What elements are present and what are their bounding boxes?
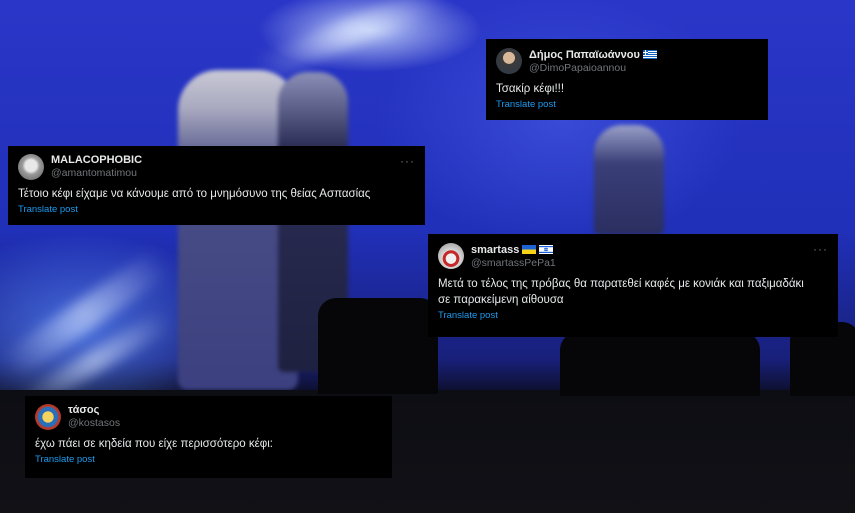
stage-speaker: [318, 298, 438, 394]
user-avatar[interactable]: [18, 154, 44, 180]
user-avatar[interactable]: [438, 243, 464, 269]
tweet-text-line: σε παρακείμενη αίθουσα: [438, 294, 564, 306]
israel-flag-icon: [539, 245, 554, 254]
user-avatar[interactable]: [496, 48, 522, 74]
greece-flag-icon: [642, 50, 657, 59]
display-name[interactable]: MALACOPHOBIC: [51, 154, 142, 167]
tweet-card[interactable]: τάσος @kostasos έχω πάει σε κηδεία που ε…: [25, 396, 392, 478]
translate-post-link[interactable]: Translate post: [35, 454, 382, 465]
translate-post-link[interactable]: Translate post: [18, 204, 415, 215]
tweet-card[interactable]: smartass @smartassPePa1 ··· Μετά το τέλο…: [428, 234, 838, 337]
tweet-text: Τσακίρ κέφι!!!: [496, 83, 565, 95]
tweet-text: Τέτοιο κέφι είχαμε να κάνουμε από το μνη…: [18, 188, 371, 200]
translate-post-link[interactable]: Translate post: [496, 99, 758, 110]
spotlight-beam: [252, 0, 448, 83]
translate-post-link[interactable]: Translate post: [438, 310, 828, 321]
tweet-text: έχω πάει σε κηδεία που είχε περισσότερο …: [35, 438, 273, 450]
display-name[interactable]: τάσος: [68, 404, 120, 417]
display-name[interactable]: smartass: [471, 244, 519, 256]
more-options-icon[interactable]: ···: [400, 154, 415, 168]
more-options-icon[interactable]: ···: [813, 242, 828, 256]
tweet-card[interactable]: MALACOPHOBIC @amantomatimou ··· Τέτοιο κ…: [8, 146, 425, 225]
tweet-card[interactable]: Δήμος Παπαϊωάννου @DimoPapaioannou Τσακί…: [486, 39, 768, 120]
user-handle[interactable]: @kostasos: [68, 417, 120, 430]
singer-figure: [594, 125, 664, 235]
user-handle[interactable]: @DimoPapaioannou: [529, 62, 657, 75]
tweet-text-line: Μετά το τέλος της πρόβας θα παρατεθεί κα…: [438, 278, 804, 290]
display-name[interactable]: Δήμος Παπαϊωάννου: [529, 49, 640, 61]
user-handle[interactable]: @smartassPePa1: [471, 257, 556, 270]
tweet-text: Μετά το τέλος της πρόβας θα παρατεθεί κα…: [438, 276, 828, 308]
user-handle[interactable]: @amantomatimou: [51, 167, 142, 180]
ukraine-flag-icon: [522, 245, 537, 254]
stage-speaker: [560, 332, 760, 396]
user-avatar[interactable]: [35, 404, 61, 430]
